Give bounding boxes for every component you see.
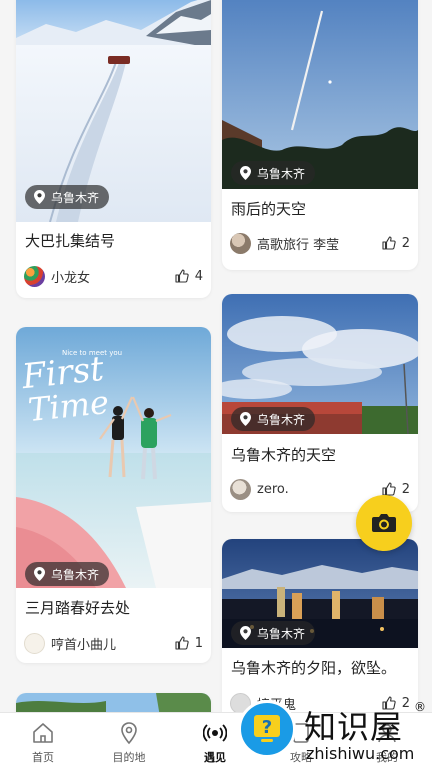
location-label: 乌鲁木齐 — [257, 412, 306, 427]
like-button[interactable]: 4 — [175, 269, 203, 284]
home-icon — [33, 723, 53, 743]
post-card[interactable]: 乌鲁木齐 雨后的天空 高歌旅行 李莹 2 — [222, 0, 418, 270]
avatar[interactable] — [24, 632, 45, 654]
like-count: 4 — [194, 268, 203, 284]
location-label: 乌鲁木齐 — [51, 567, 100, 582]
location-tag[interactable]: 乌鲁木齐 — [25, 562, 110, 586]
post-meta: 哼首小曲儿 1 — [24, 631, 203, 655]
location-tag[interactable]: 乌鲁木齐 — [231, 407, 316, 431]
broadcast-icon — [203, 724, 227, 742]
tab-label: 首页 — [32, 751, 54, 764]
author-name[interactable]: zero. — [257, 482, 289, 497]
author-name[interactable]: 小龙女 — [51, 267, 90, 286]
post-card[interactable]: 乌鲁木齐 乌鲁木齐的天空 zero. 2 — [222, 294, 418, 512]
post-title[interactable]: 三月踏春好去处 — [25, 597, 130, 618]
watermark: ? 知识屋 ® zhishiwu.com — [236, 698, 432, 768]
like-button[interactable]: 1 — [175, 636, 203, 651]
post-title[interactable]: 雨后的天空 — [231, 198, 306, 219]
post-photo[interactable] — [16, 693, 211, 712]
thumbs-up-icon — [382, 236, 396, 250]
location-pin-icon — [240, 412, 251, 426]
avatar[interactable] — [24, 265, 45, 287]
like-count: 2 — [401, 481, 410, 497]
post-card[interactable]: Nice to meet you First Time 乌鲁木齐 三月踏春好去处… — [16, 327, 211, 663]
location-tag[interactable]: 乌鲁木齐 — [25, 185, 110, 209]
watermark-text: 知识屋 — [304, 708, 404, 746]
location-label: 乌鲁木齐 — [257, 626, 306, 641]
avatar[interactable] — [230, 478, 251, 500]
thumbs-up-icon — [175, 269, 189, 283]
like-count: 1 — [194, 635, 203, 651]
location-tag[interactable]: 乌鲁木齐 — [231, 621, 316, 645]
location-label: 乌鲁木齐 — [51, 190, 100, 205]
like-count: 2 — [401, 235, 410, 251]
post-photo[interactable]: 乌鲁木齐 — [222, 294, 418, 434]
camera-icon — [372, 514, 396, 532]
post-meta: 小龙女 4 — [24, 264, 203, 288]
watermark-logo: ? — [238, 700, 296, 758]
post-photo[interactable]: 乌鲁木齐 — [222, 0, 418, 189]
location-pin-icon — [240, 166, 251, 180]
location-pin-icon — [34, 567, 45, 581]
tab-home[interactable]: 首页 — [0, 713, 86, 768]
thumbs-up-icon — [175, 636, 189, 650]
post-title[interactable]: 乌鲁木齐的天空 — [231, 444, 336, 465]
watermark-domain: zhishiwu.com — [306, 744, 415, 763]
location-pin-icon — [240, 626, 251, 640]
feed: 乌鲁木齐 大巴扎集结号 小龙女 4 Nice to meet you First… — [0, 0, 432, 712]
location-label: 乌鲁木齐 — [257, 166, 306, 181]
avatar[interactable] — [230, 232, 251, 254]
like-button[interactable]: 2 — [382, 236, 410, 251]
tab-label: 目的地 — [112, 751, 146, 764]
location-pin-icon — [121, 722, 137, 745]
post-card[interactable]: 乌鲁木齐 乌鲁木齐的夕阳，欲坠。 接平鬼 2 — [222, 539, 418, 712]
tab-destination[interactable]: 目的地 — [86, 713, 172, 768]
post-photo[interactable]: 乌鲁木齐 — [222, 539, 418, 648]
watermark-registered: ® — [414, 700, 426, 714]
question-icon: ? — [254, 715, 280, 742]
post-card[interactable]: 乌鲁木齐 大巴扎集结号 小龙女 4 — [16, 0, 211, 298]
author-name[interactable]: 高歌旅行 李莹 — [257, 234, 339, 253]
post-title[interactable]: 乌鲁木齐的夕阳，欲坠。 — [231, 657, 396, 678]
post-meta: 高歌旅行 李莹 2 — [230, 231, 410, 255]
post-photo[interactable]: Nice to meet you First Time 乌鲁木齐 — [16, 327, 211, 588]
camera-button[interactable] — [356, 495, 412, 551]
thumbs-up-icon — [382, 482, 396, 496]
post-photo[interactable]: 乌鲁木齐 — [16, 0, 211, 222]
author-name[interactable]: 哼首小曲儿 — [51, 634, 116, 653]
svg-text:?: ? — [262, 717, 272, 738]
location-tag[interactable]: 乌鲁木齐 — [231, 161, 316, 185]
location-pin-icon — [34, 190, 45, 204]
post-card[interactable] — [16, 693, 211, 712]
post-title[interactable]: 大巴扎集结号 — [25, 230, 115, 251]
